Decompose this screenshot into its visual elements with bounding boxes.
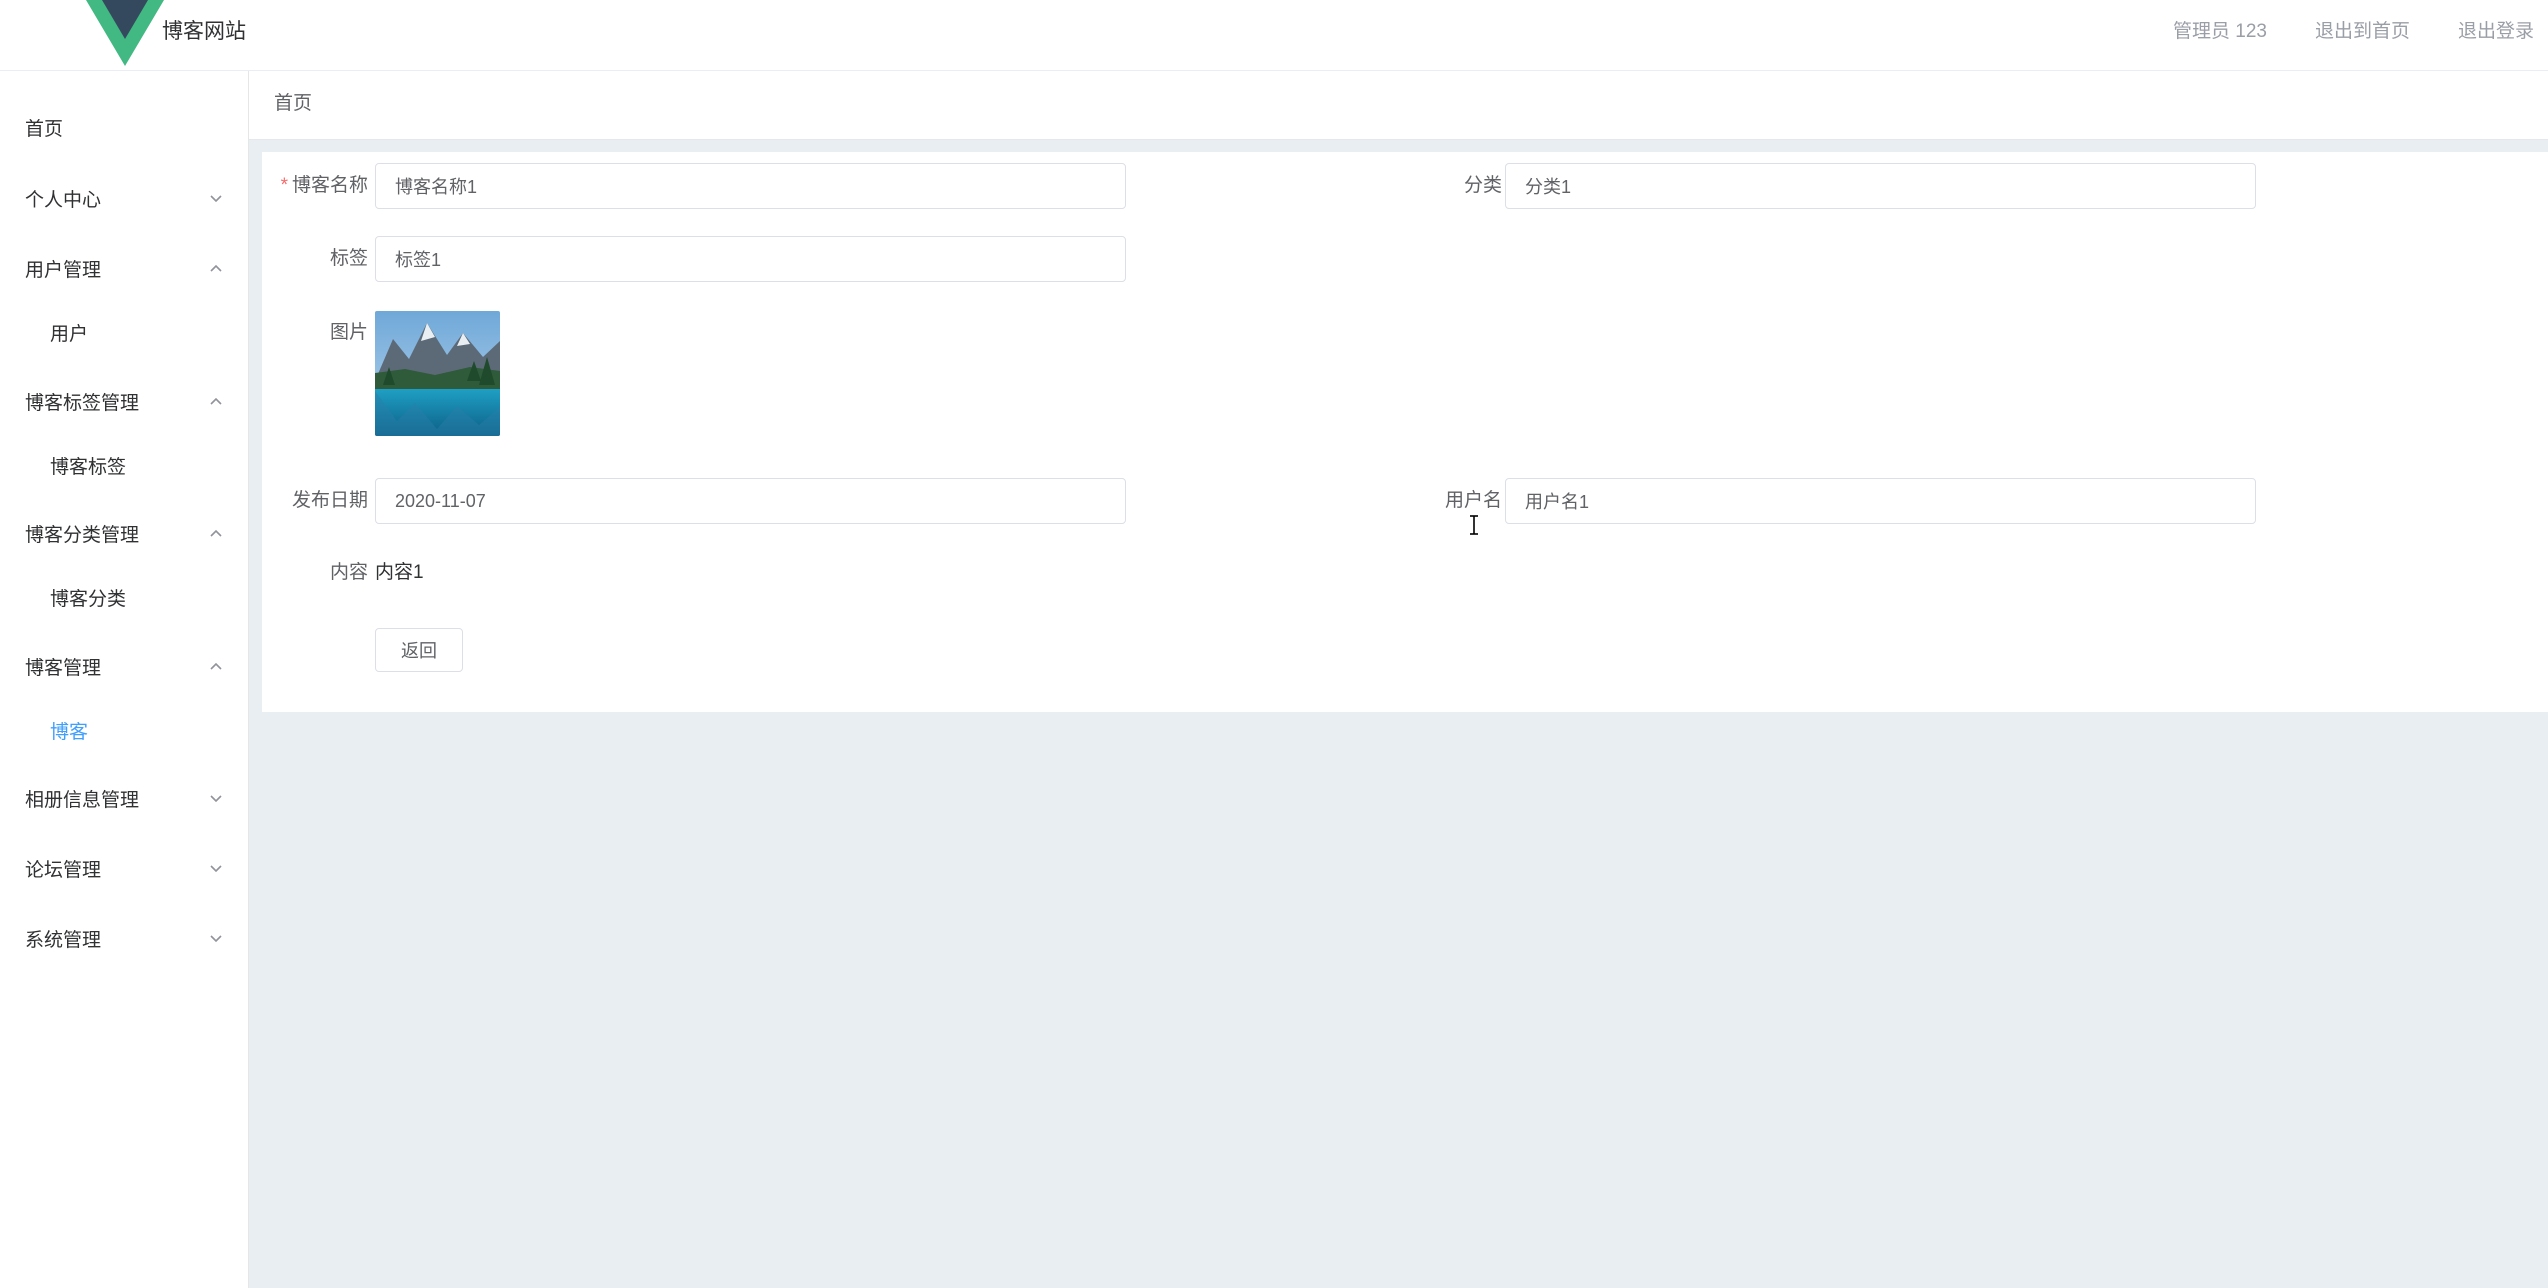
sidebar-item-label: 系统管理 — [25, 930, 102, 951]
image-label: 图片 — [329, 322, 368, 343]
sidebar-item-label: 博客分类 — [50, 589, 127, 610]
category-input[interactable] — [1505, 163, 2256, 209]
blog-image[interactable] — [375, 311, 500, 436]
sidebar-item-label: 博客标签管理 — [25, 393, 140, 414]
chevron-up-icon — [210, 397, 222, 405]
sidebar-item-album-management[interactable]: 相册信息管理 — [0, 773, 248, 829]
sidebar-item-label: 用户 — [50, 324, 89, 345]
sidebar-item-blog-category-management[interactable]: 博客分类管理 — [0, 508, 248, 564]
sidebar-item-blog-management[interactable]: 博客管理 — [0, 641, 248, 697]
sidebar-item-blog-categories[interactable]: 博客分类 — [0, 572, 248, 628]
sidebar-item-label: 论坛管理 — [25, 860, 102, 881]
category-label: 分类 — [1463, 175, 1502, 196]
chevron-up-icon — [210, 264, 222, 272]
header-actions: 管理员 123 退出到首页 退出登录 — [2125, 19, 2534, 45]
content-value: 内容1 — [375, 562, 424, 583]
blog-name-label: * 博客名称 — [272, 173, 368, 199]
sidebar-item-label: 相册信息管理 — [25, 790, 140, 811]
sidebar-item-blog-tags[interactable]: 博客标签 — [0, 440, 248, 496]
sidebar-item-blog[interactable]: 博客 — [0, 705, 248, 761]
top-header: 博客网站 管理员 123 退出到首页 退出登录 — [0, 0, 2548, 71]
sidebar-item-user-management[interactable]: 用户管理 — [0, 243, 248, 299]
sidebar-item-label: 用户管理 — [25, 260, 102, 281]
text-cursor-icon — [1470, 515, 1478, 535]
chevron-down-icon — [210, 195, 222, 203]
sidebar-item-forum-management[interactable]: 论坛管理 — [0, 843, 248, 899]
chevron-down-icon — [210, 795, 222, 803]
mountain-lake-image — [375, 311, 500, 436]
sidebar-item-label: 首页 — [25, 119, 64, 140]
sidebar-item-system-management[interactable]: 系统管理 — [0, 913, 248, 969]
logout-link[interactable]: 退出登录 — [2458, 19, 2534, 45]
blog-name-label-text: 博客名称 — [291, 175, 368, 196]
main-content: 首页 *博客名称 分类 标签 图片 — [249, 71, 2548, 1288]
content-label: 内容 — [329, 562, 368, 583]
required-marker: * — [280, 175, 288, 196]
sidebar-item-home[interactable]: 首页 — [0, 102, 248, 158]
chevron-down-icon — [210, 865, 222, 873]
username-label: 用户名 — [1444, 490, 1502, 511]
sidebar-menu: 首页 个人中心 用户管理 用户 博客标签管理 博客标签 博客分类管理 博客分类 … — [0, 71, 249, 1288]
blog-name-input[interactable] — [375, 163, 1126, 209]
back-to-home-link[interactable]: 退出到首页 — [2315, 19, 2410, 45]
sidebar-item-label: 博客管理 — [25, 658, 102, 679]
sidebar-item-label: 博客分类管理 — [25, 525, 140, 546]
publish-date-label: 发布日期 — [291, 490, 368, 511]
sidebar-item-label: 个人中心 — [25, 190, 102, 211]
username-input[interactable] — [1505, 478, 2256, 524]
chevron-up-icon — [210, 662, 222, 670]
sidebar-item-label: 博客标签 — [50, 457, 127, 478]
blog-detail-form: *博客名称 分类 标签 图片 — [262, 152, 2548, 712]
back-button[interactable]: 返回 — [375, 628, 463, 672]
sidebar-item-users[interactable]: 用户 — [0, 307, 248, 363]
current-user-label: 管理员 123 — [2172, 21, 2267, 42]
breadcrumb-bar: 首页 — [249, 71, 2548, 140]
tag-label: 标签 — [329, 248, 368, 269]
sidebar-item-blog-tag-management[interactable]: 博客标签管理 — [0, 376, 248, 432]
vue-logo-icon — [86, 0, 164, 66]
site-title: 博客网站 — [162, 20, 246, 43]
publish-date-input[interactable] — [375, 478, 1126, 524]
sidebar-item-label: 博客 — [50, 722, 89, 743]
chevron-down-icon — [210, 935, 222, 943]
sidebar-item-personal-center[interactable]: 个人中心 — [0, 173, 248, 229]
tag-input[interactable] — [375, 236, 1126, 282]
breadcrumb[interactable]: 首页 — [274, 91, 312, 117]
chevron-up-icon — [210, 529, 222, 537]
